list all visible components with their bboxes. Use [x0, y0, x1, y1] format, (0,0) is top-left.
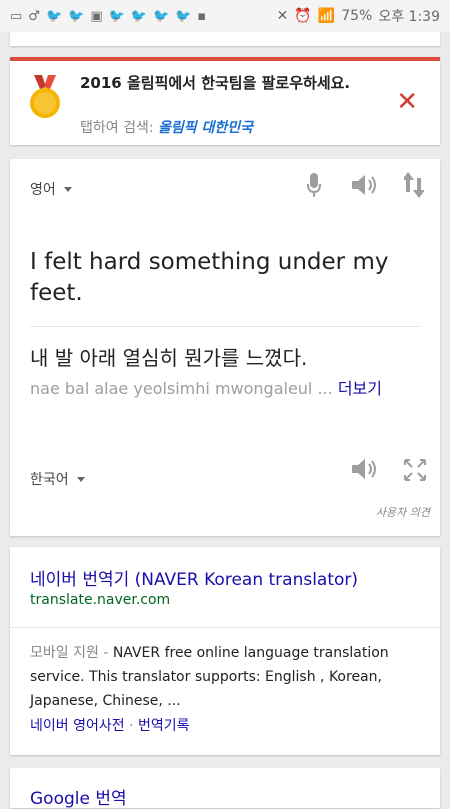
result-meta: 모바일 지원 - [30, 645, 109, 661]
male-icon: ♂ [28, 8, 40, 24]
divider [10, 627, 440, 628]
search-result-card: 네이버 번역기 (NAVER Korean translator) transl… [10, 547, 440, 755]
twitter-icon: 🐦 [153, 8, 170, 24]
app-icon: ▪ [197, 8, 207, 24]
clock: 오후 1:39 [378, 9, 440, 25]
chat-icon: ▭ [10, 8, 23, 24]
battery-percent: 75% [341, 8, 373, 24]
search-query[interactable]: 올림픽 대한민국 [158, 120, 253, 136]
wifi-icon: 📶 [317, 8, 336, 24]
twitter-icon: 🐦 [45, 8, 63, 24]
google-result-card: Google 번역 [10, 768, 440, 809]
romanized-text: nae bal alae yeolsimhi mwongaleul ... [30, 379, 333, 398]
separator: · [129, 718, 134, 734]
translate-card: 영어 I felt hard something under my feet. … [10, 159, 440, 536]
twitter-icon: 🐦 [108, 8, 125, 24]
speaker-icon[interactable] [352, 458, 378, 480]
sitelink-history[interactable]: 번역기록 [138, 718, 190, 734]
target-language-select[interactable]: 한국어 [30, 469, 85, 489]
twitter-icon: 🐦 [68, 8, 85, 24]
sitelink-dictionary[interactable]: 네이버 영어사전 [30, 718, 125, 734]
microphone-icon[interactable] [307, 173, 321, 197]
olympic-promo-card[interactable]: 2016 올림픽에서 한국팀을 팔로우하세요. 탭하여 검색: 올림픽 대한민국… [10, 57, 440, 145]
more-link[interactable]: 더보기 [338, 379, 382, 398]
result-snippet: 모바일 지원 - NAVER free online language tran… [30, 641, 420, 713]
result-sitelinks: 네이버 영어사전 · 번역기록 [30, 715, 190, 735]
notification-icons: ▭ ♂ 🐦 🐦 ▣ 🐦 🐦 🐦 🐦 ▪ [10, 9, 206, 24]
speaker-icon[interactable] [352, 174, 378, 196]
feedback-link[interactable]: 사용자 의견 [376, 504, 430, 520]
previous-card [10, 32, 440, 46]
chevron-down-icon [63, 186, 72, 192]
fullscreen-icon[interactable] [403, 458, 427, 482]
mute-icon: ✕ [276, 8, 289, 24]
swap-languages-icon[interactable] [404, 172, 424, 198]
result-url: translate.naver.com [30, 592, 171, 608]
google-result-title-link[interactable]: Google 번역 [30, 784, 127, 809]
bus-icon: ▣ [90, 8, 103, 24]
search-prefix: 탭하여 검색: [80, 120, 154, 136]
target-language-label: 한국어 [30, 472, 69, 488]
translated-text: 내 발 아래 열심히 뭔가를 느꼈다. [30, 346, 308, 370]
olympic-title: 2016 올림픽에서 한국팀을 팔로우하세요. [80, 74, 351, 92]
romanization: nae bal alae yeolsimhi mwongaleul ... 더보… [30, 375, 382, 399]
divider [30, 326, 420, 327]
medal-icon [30, 75, 60, 118]
result-title-link[interactable]: 네이버 번역기 (NAVER Korean translator) [30, 565, 358, 590]
source-language-label: 영어 [30, 182, 56, 198]
chevron-down-icon [76, 476, 85, 482]
source-language-select[interactable]: 영어 [30, 179, 72, 199]
twitter-icon: 🐦 [175, 8, 192, 24]
close-icon[interactable]: ✕ [396, 89, 418, 115]
source-text[interactable]: I felt hard something under my feet. [30, 247, 420, 309]
system-status: ✕ ⏰ 📶 75% 오후 1:39 [277, 6, 440, 26]
alarm-icon: ⏰ [294, 8, 312, 24]
status-bar: ▭ ♂ 🐦 🐦 ▣ 🐦 🐦 🐦 🐦 ▪ ✕ ⏰ 📶 75% 오후 1:39 [0, 0, 450, 32]
olympic-subtitle[interactable]: 탭하여 검색: 올림픽 대한민국 [80, 117, 253, 137]
twitter-icon: 🐦 [130, 8, 147, 24]
